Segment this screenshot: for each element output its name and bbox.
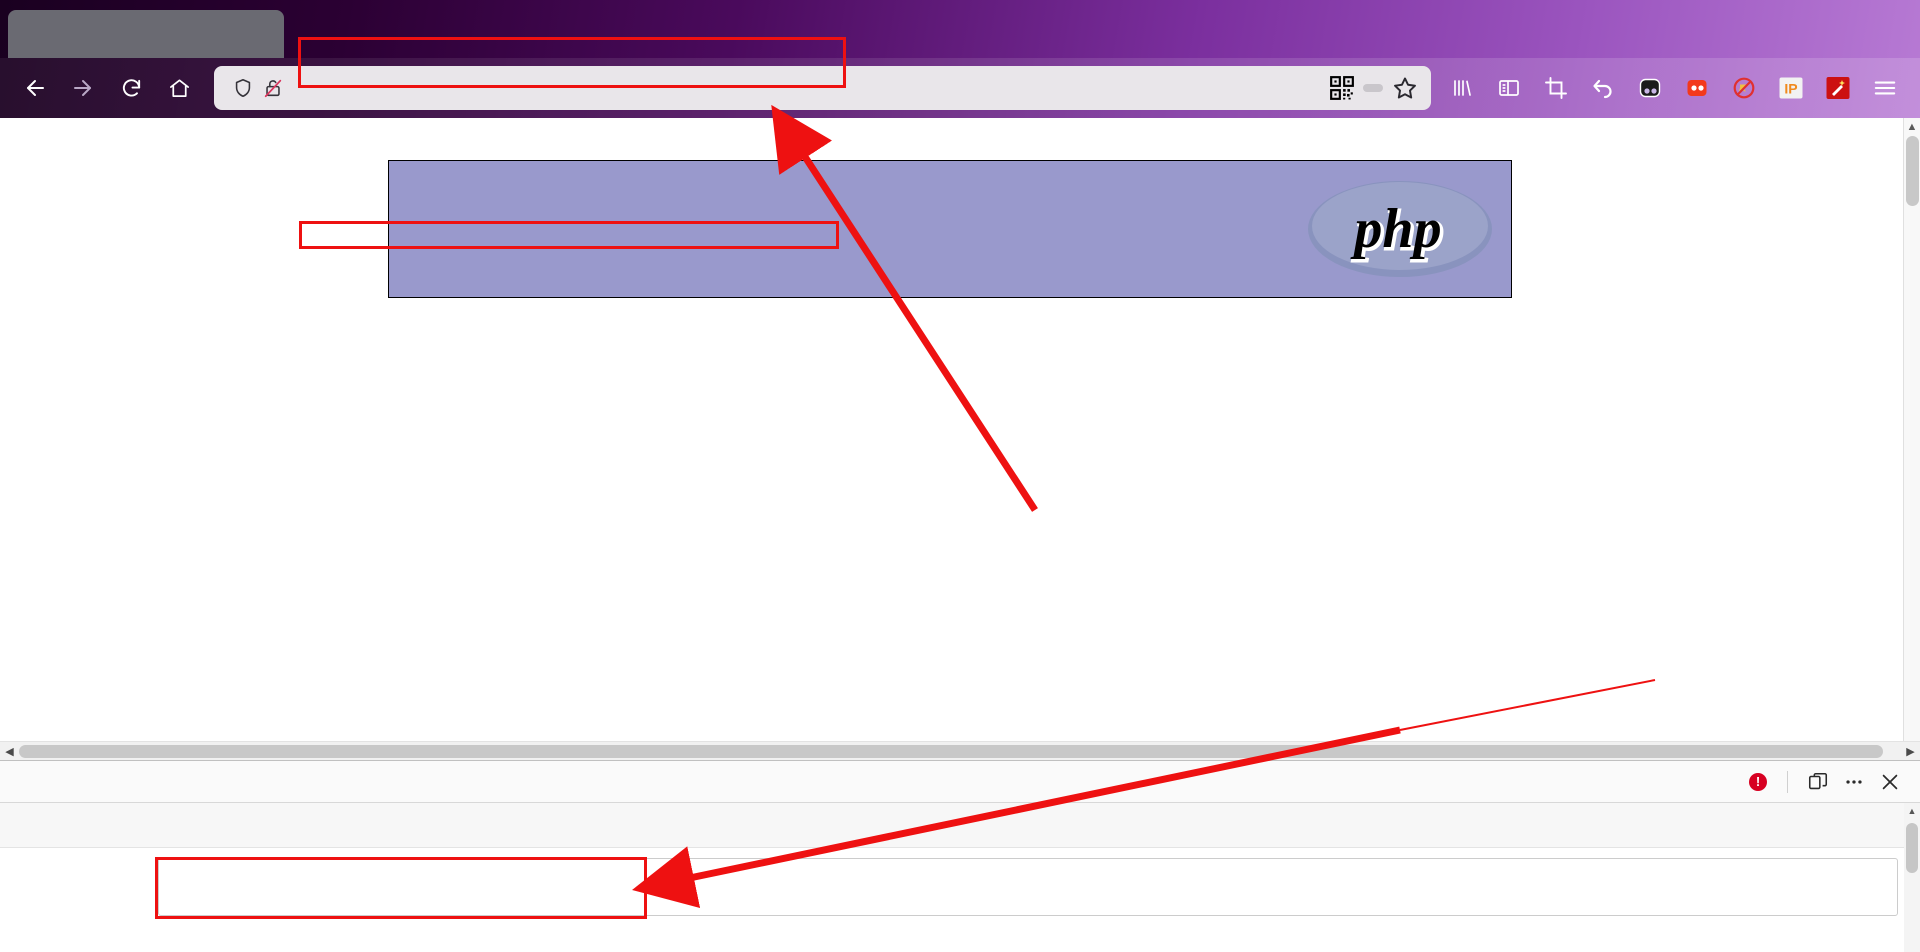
forward-arrow-icon[interactable] xyxy=(62,67,104,109)
scroll-left-arrow-icon[interactable]: ◀ xyxy=(0,745,19,758)
phpinfo-banner: php php xyxy=(388,160,1512,298)
dark-reader-icon[interactable] xyxy=(1635,73,1665,103)
url-actions xyxy=(1325,70,1423,106)
extension-toolbar: IP xyxy=(1447,73,1906,103)
home-icon[interactable] xyxy=(158,67,200,109)
devtools-tabbar: ! xyxy=(0,761,1920,803)
library-icon[interactable] xyxy=(1447,73,1477,103)
noscript-icon[interactable] xyxy=(1729,73,1759,103)
browser-chrome: IP xyxy=(0,0,1920,118)
tab-strip xyxy=(0,0,1920,58)
ip-icon[interactable]: IP xyxy=(1776,73,1806,103)
svg-text:IP: IP xyxy=(1784,81,1797,97)
svg-text:php: php xyxy=(1350,198,1441,260)
browser-tab[interactable] xyxy=(8,10,284,58)
page-viewport: php php ▲ ◀ ▶ xyxy=(0,118,1920,760)
hamburger-menu-icon[interactable] xyxy=(1870,73,1900,103)
phpinfo-output: php php xyxy=(0,160,1920,325)
qr-code-icon[interactable] xyxy=(1325,71,1359,105)
php-logo-icon: php php xyxy=(1305,179,1495,279)
error-count-badge[interactable]: ! xyxy=(1749,772,1773,791)
devtools-toolbar-right: ! xyxy=(1749,761,1920,802)
page-vertical-scrollbar[interactable]: ▲ xyxy=(1903,118,1920,760)
close-icon[interactable] xyxy=(1874,766,1906,798)
close-icon[interactable] xyxy=(246,21,272,47)
horizontal-scroll-thumb[interactable] xyxy=(19,744,1883,758)
scroll-up-arrow-icon[interactable]: ▲ xyxy=(1904,803,1920,819)
scroll-up-arrow-icon[interactable]: ▲ xyxy=(1904,118,1920,135)
php-source-code xyxy=(0,118,1920,120)
nav-button-group xyxy=(14,67,200,109)
undo-icon[interactable] xyxy=(1588,73,1618,103)
hackbar-body xyxy=(0,848,1920,916)
navigation-toolbar: IP xyxy=(0,58,1920,118)
lastpass-icon[interactable] xyxy=(1682,73,1712,103)
lock-broken-icon[interactable] xyxy=(258,73,288,103)
page-horizontal-scrollbar[interactable]: ◀ ▶ xyxy=(0,741,1920,760)
devtools-vertical-scrollbar[interactable]: ▲ xyxy=(1904,803,1920,952)
zoom-level-badge[interactable] xyxy=(1363,84,1383,92)
address-bar[interactable] xyxy=(214,66,1431,110)
more-icon[interactable] xyxy=(1838,766,1870,798)
hackbar-button-column xyxy=(14,858,146,916)
divider xyxy=(1787,770,1788,793)
hackbar-panel xyxy=(0,803,1920,919)
dock-icon[interactable] xyxy=(1802,766,1834,798)
hackbar-menu-row xyxy=(0,803,1920,848)
horizontal-scroll-track[interactable] xyxy=(19,742,1901,761)
wand-icon[interactable] xyxy=(1823,73,1853,103)
vertical-scroll-thumb[interactable] xyxy=(1906,136,1919,206)
new-tab-button[interactable] xyxy=(296,13,336,53)
sidebar-icon[interactable] xyxy=(1494,73,1524,103)
shield-icon[interactable] xyxy=(228,73,258,103)
reload-icon[interactable] xyxy=(110,67,152,109)
star-icon[interactable] xyxy=(1387,70,1423,106)
devtools-panel: ! ▲ xyxy=(0,760,1920,952)
devtools-scroll-thumb[interactable] xyxy=(1906,823,1918,873)
crop-icon[interactable] xyxy=(1541,73,1571,103)
hackbar-url-area xyxy=(158,858,1920,916)
scroll-right-arrow-icon[interactable]: ▶ xyxy=(1901,745,1920,758)
hackbar-url-input[interactable] xyxy=(158,858,1898,916)
error-icon: ! xyxy=(1749,772,1767,791)
back-arrow-icon[interactable] xyxy=(14,67,56,109)
